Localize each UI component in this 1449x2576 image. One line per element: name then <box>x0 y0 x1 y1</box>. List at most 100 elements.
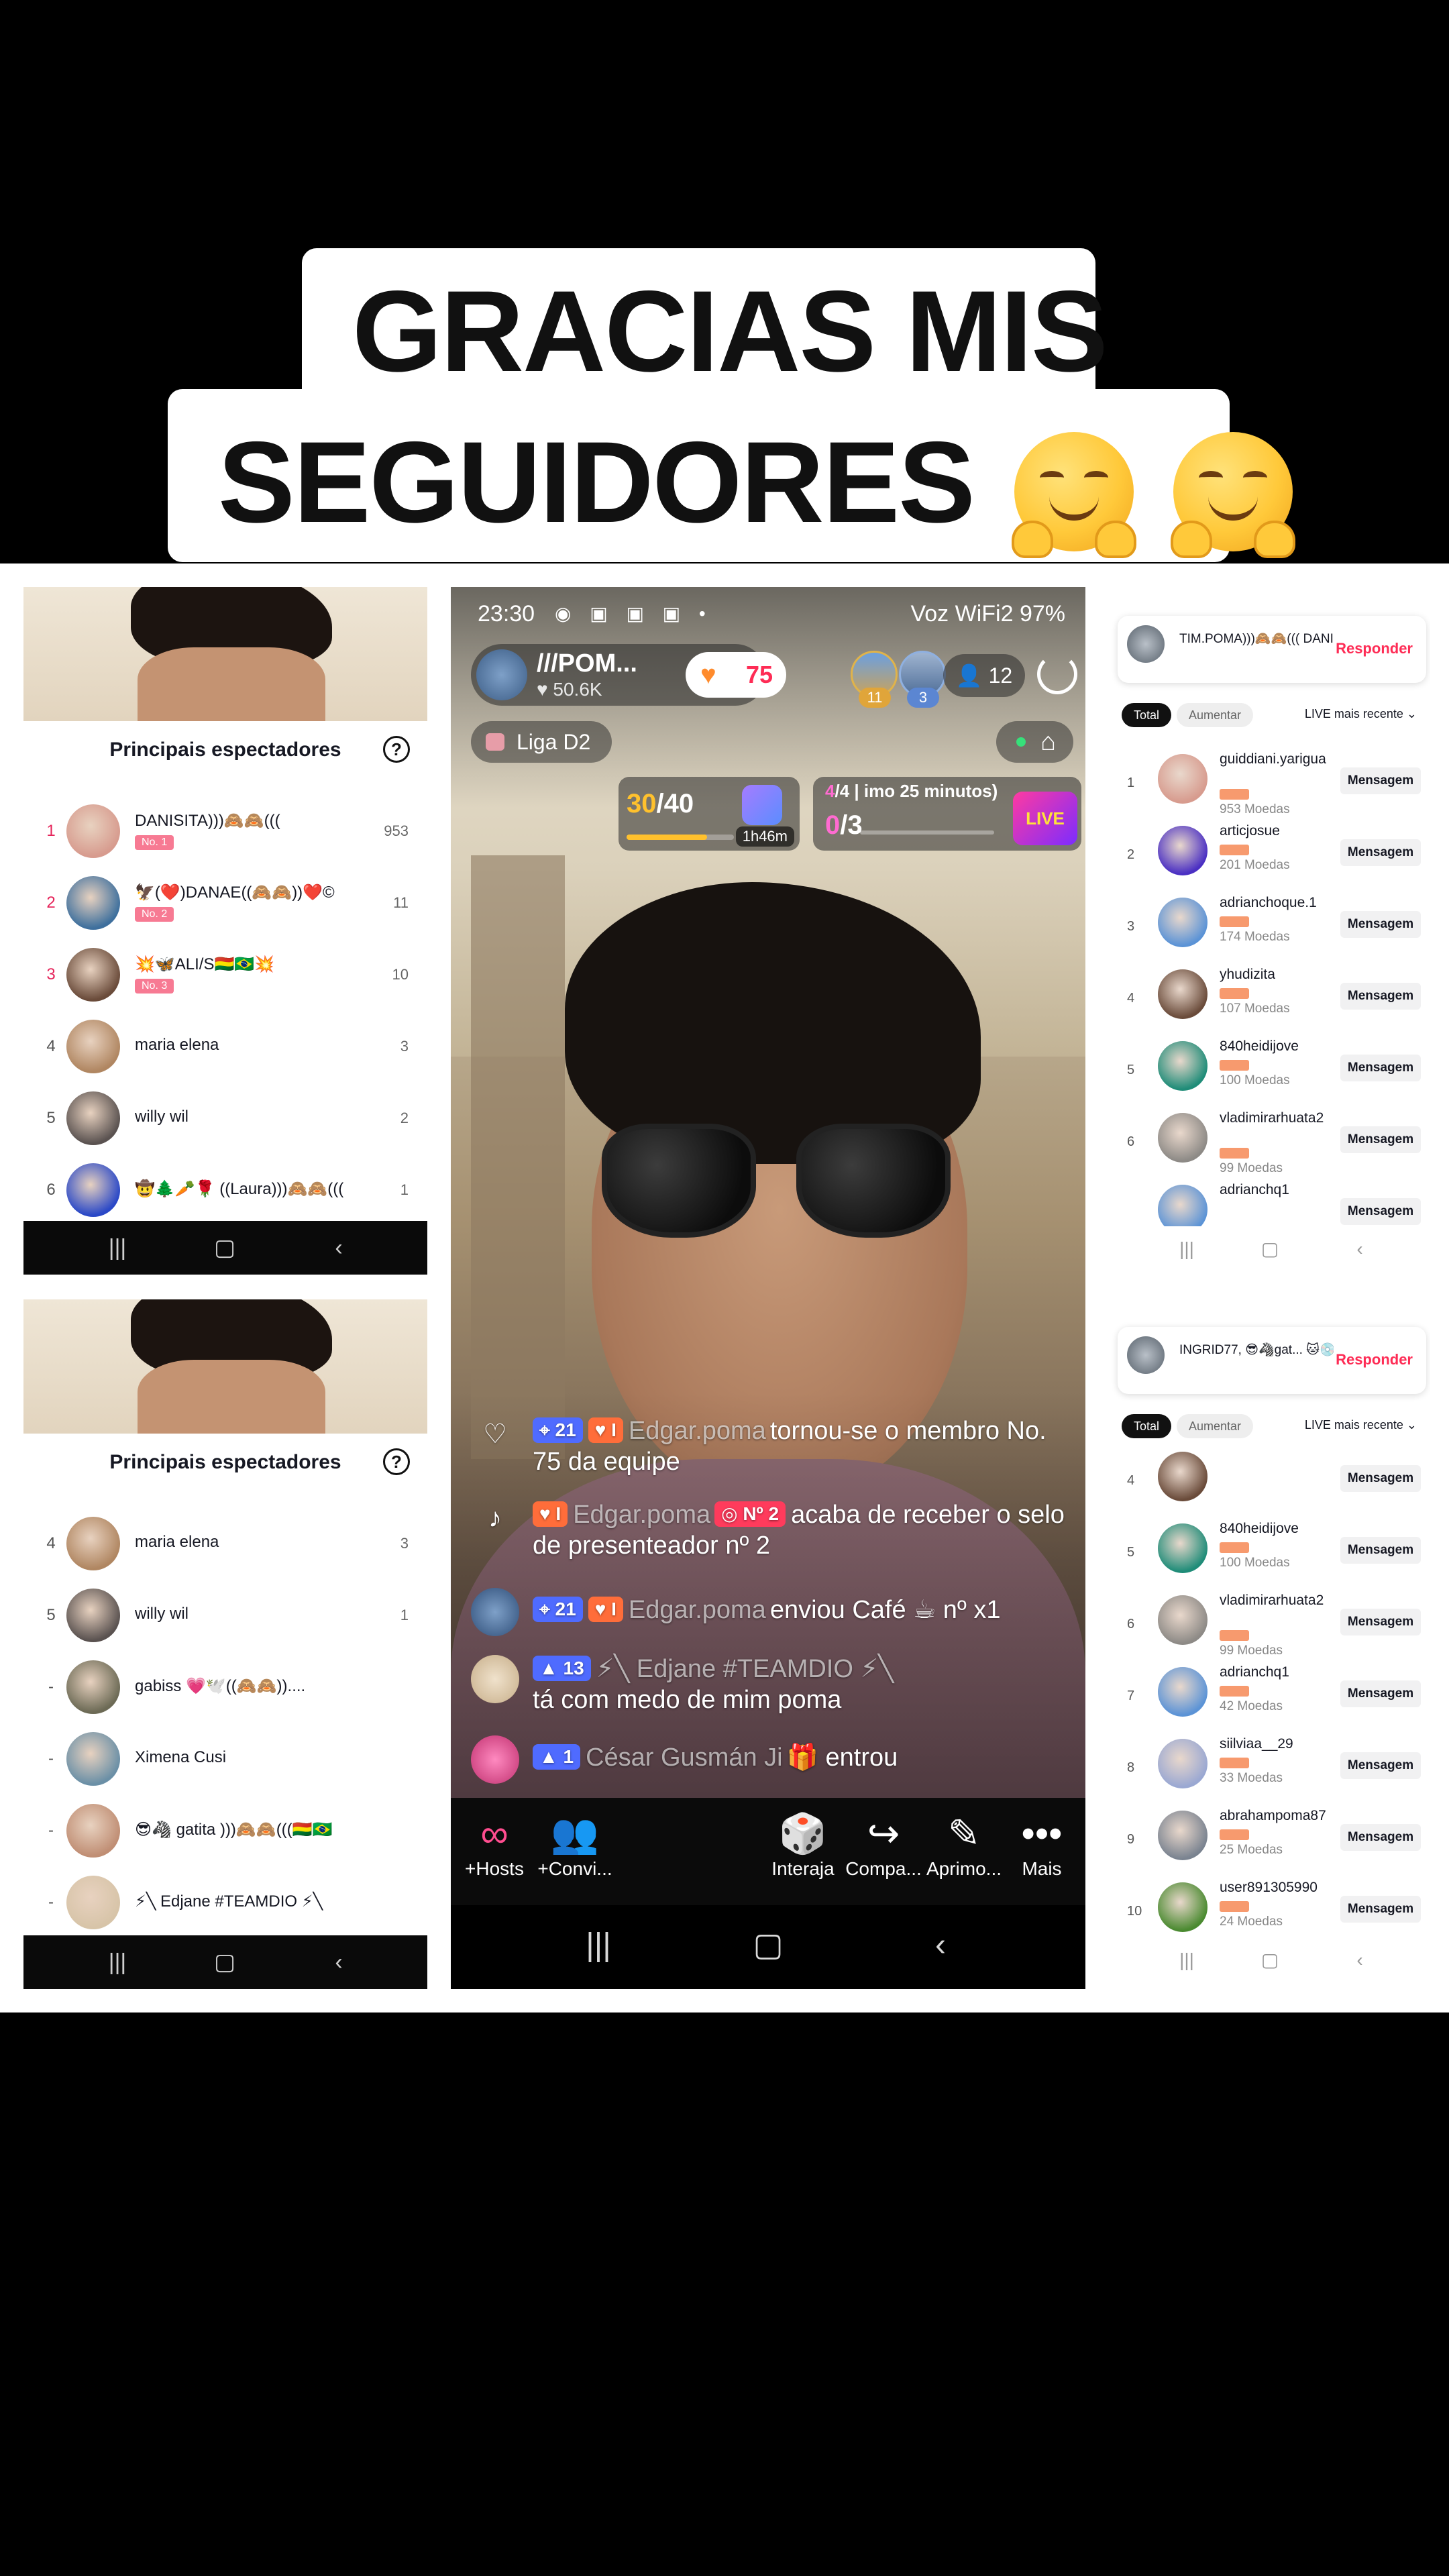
gifter-avatar[interactable] <box>1158 969 1208 1019</box>
chat-username[interactable]: Edgar.poma <box>629 1417 766 1445</box>
viewer-row[interactable]: - gabiss 💗🕊️((🙈🙈)).... <box>23 1651 427 1723</box>
message-button[interactable]: Mensagem <box>1340 1896 1421 1923</box>
gifter-avatar[interactable] <box>1158 1667 1208 1717</box>
viewer-row[interactable]: - Ximena Cusi <box>23 1723 427 1794</box>
message-button[interactable]: Mensagem <box>1340 1198 1421 1225</box>
chat-avatar[interactable] <box>471 1655 519 1703</box>
gifter-avatar[interactable] <box>1158 1595 1208 1645</box>
mission-widget[interactable]: 4/4 | imo 25 minutos) 0/3 LIVE <box>813 777 1081 851</box>
help-icon[interactable]: ? <box>383 736 410 763</box>
sort-dropdown[interactable]: LIVE mais recente ⌄ <box>1305 707 1417 721</box>
message-button[interactable]: Mensagem <box>1340 911 1421 938</box>
share-button[interactable]: ↪ Compa... <box>840 1810 927 1880</box>
enhance-button[interactable]: ✎ Aprimo... <box>920 1810 1008 1880</box>
message-button[interactable]: Mensagem <box>1340 1465 1421 1492</box>
viewer-avatar[interactable] <box>66 1163 120 1217</box>
chat-message[interactable]: ⌖ 21 ♥ I Edgar.poma enviou Café ☕ nº x1 <box>471 1587 1075 1636</box>
reply-card[interactable]: TIM.POMA)))🙈🙈((( DANISITA)))🙈🙈((( ... Re… <box>1118 616 1426 683</box>
viewer-row[interactable]: 3 💥🦋ALI/S🇧🇴🇧🇷💥 No. 3 10 <box>23 938 427 1010</box>
home-nav-icon[interactable]: ▢ <box>1253 1236 1287 1263</box>
reply-button[interactable]: Responder <box>1336 640 1413 657</box>
message-button[interactable]: Mensagem <box>1340 1126 1421 1153</box>
viewer-row[interactable]: 4 maria elena 3 <box>23 1507 427 1579</box>
back-nav-icon[interactable]: ‹ <box>319 1947 359 1977</box>
sort-dropdown[interactable]: LIVE mais recente ⌄ <box>1305 1418 1417 1432</box>
viewer-row[interactable]: 1 DANISITA)))🙈🙈(((No. 1 953 <box>23 795 427 867</box>
chat-username[interactable]: César Gusmán Ji <box>586 1743 783 1772</box>
viewer-row[interactable]: 5 willy wil 2 <box>23 1082 427 1154</box>
viewer-avatar[interactable] <box>66 876 120 930</box>
message-button[interactable]: Mensagem <box>1340 839 1421 866</box>
gifter-avatar[interactable] <box>1158 1452 1208 1501</box>
host-avatar[interactable] <box>476 649 527 700</box>
chat-message[interactable]: ▲ 13 ⚡╲ Edjane #TEAMDIO ⚡╲ tá com medo de … <box>471 1654 1075 1715</box>
viewer-avatar[interactable] <box>66 804 120 858</box>
viewer-row[interactable]: 4 maria elena 3 <box>23 1010 427 1082</box>
home-nav-icon[interactable]: ▢ <box>1253 1947 1287 1974</box>
gifter-avatar[interactable] <box>1158 1739 1208 1788</box>
recents-nav-icon[interactable]: ||| <box>97 1947 138 1977</box>
tab-total[interactable]: Total <box>1122 703 1172 727</box>
tab-aumentar[interactable]: Aumentar <box>1177 703 1254 727</box>
chat-avatar[interactable] <box>471 1588 519 1636</box>
chat-username[interactable]: ⚡╲ Edjane #TEAMDIO ⚡╲ <box>596 1655 894 1683</box>
viewer-avatar[interactable] <box>66 1091 120 1145</box>
home-nav-icon[interactable]: ▢ <box>205 1233 245 1263</box>
message-button[interactable]: Mensagem <box>1340 1680 1421 1707</box>
interact-button[interactable]: 🎲 Interaja <box>759 1810 847 1880</box>
fan-club-button[interactable]: ♥ 75 <box>686 652 786 698</box>
tab-aumentar[interactable]: Aumentar <box>1177 1414 1254 1438</box>
gifter-avatar[interactable] <box>1158 1041 1208 1091</box>
viewer-count[interactable]: 👤 12 <box>943 654 1025 697</box>
help-icon[interactable]: ? <box>383 1448 410 1475</box>
invite-button[interactable]: 👥 +Convi... <box>531 1810 619 1880</box>
back-nav-icon[interactable]: ‹ <box>1343 1947 1377 1974</box>
chat-message[interactable]: ♡ ⌖ 21 ♥ I Edgar.poma tornou-se o membro No… <box>471 1415 1075 1477</box>
gift-goal-widget[interactable]: 30/40 1h46m <box>619 777 800 851</box>
message-button[interactable]: Mensagem <box>1340 1824 1421 1851</box>
gifter-avatar[interactable] <box>1158 826 1208 875</box>
gifter-avatar[interactable] <box>1158 1523 1208 1573</box>
more-button[interactable]: ••• Mais <box>998 1810 1085 1880</box>
viewer-row[interactable]: - ⚡╲ Edjane #TEAMDIO ⚡╲ <box>23 1866 427 1938</box>
viewer-row[interactable]: 2 🦅(❤️)DANAE((🙈🙈))❤️© No. 2 11 <box>23 867 427 938</box>
reply-card[interactable]: INGRID77, 😎🦓gat... 🐱💿Valentina🇧🇴🐝... Res… <box>1118 1327 1426 1394</box>
message-button[interactable]: Mensagem <box>1340 1609 1421 1635</box>
league-pill[interactable]: Liga D2 <box>471 721 612 763</box>
message-button[interactable]: Mensagem <box>1340 983 1421 1010</box>
message-button[interactable]: Mensagem <box>1340 1752 1421 1779</box>
message-button[interactable]: Mensagem <box>1340 1055 1421 1081</box>
viewer-row[interactable]: 6 🤠🌲🥕🌹 ((Laura)))🙈🙈(((1 <box>23 1154 427 1226</box>
viewer-avatar[interactable] <box>66 948 120 1002</box>
share-screen-button[interactable]: ⌂ <box>996 721 1073 763</box>
tab-total[interactable]: Total <box>1122 1414 1172 1438</box>
add-hosts-button[interactable]: ∞ +Hosts <box>451 1810 538 1880</box>
back-nav-icon[interactable]: ‹ <box>319 1233 359 1263</box>
back-nav-icon[interactable]: ‹ <box>914 1925 967 1966</box>
message-button[interactable]: Mensagem <box>1340 767 1421 794</box>
chat-message[interactable]: ▲ 1 César Gusmán Ji 🎁 entrou <box>471 1734 1075 1784</box>
viewer-avatar[interactable] <box>66 1876 120 1929</box>
chat-username[interactable]: Edgar.poma <box>573 1501 710 1529</box>
recents-nav-icon[interactable]: ||| <box>97 1233 138 1263</box>
viewer-avatar[interactable] <box>66 1660 120 1714</box>
gifter-avatar[interactable] <box>1158 1811 1208 1860</box>
chat-username[interactable]: Edgar.poma <box>629 1596 766 1624</box>
viewer-avatar[interactable] <box>66 1589 120 1642</box>
home-nav-icon[interactable]: ▢ <box>741 1925 795 1966</box>
viewer-avatar[interactable] <box>66 1517 120 1570</box>
viewer-avatar[interactable] <box>66 1804 120 1858</box>
viewer-row[interactable]: 5 willy wil 1 <box>23 1579 427 1651</box>
viewer-row[interactable]: - 😎🦓 gatita )))🙈🙈(((🇧🇴🇧🇷 <box>23 1794 427 1866</box>
message-button[interactable]: Mensagem <box>1340 1537 1421 1564</box>
recents-nav-icon[interactable]: ||| <box>572 1925 625 1966</box>
reply-button[interactable]: Responder <box>1336 1351 1413 1368</box>
recents-nav-icon[interactable]: ||| <box>1170 1236 1203 1263</box>
back-nav-icon[interactable]: ‹ <box>1343 1236 1377 1263</box>
gifter-avatar[interactable] <box>1158 1882 1208 1932</box>
chat-message[interactable]: ♪ ♥ I Edgar.poma ◎ Nº 2 acaba de receber o … <box>471 1499 1075 1561</box>
recents-nav-icon[interactable]: ||| <box>1170 1947 1203 1974</box>
viewer-avatar[interactable] <box>66 1732 120 1786</box>
gifter-avatar[interactable] <box>1158 898 1208 947</box>
gifter-avatar[interactable] <box>1158 1113 1208 1163</box>
